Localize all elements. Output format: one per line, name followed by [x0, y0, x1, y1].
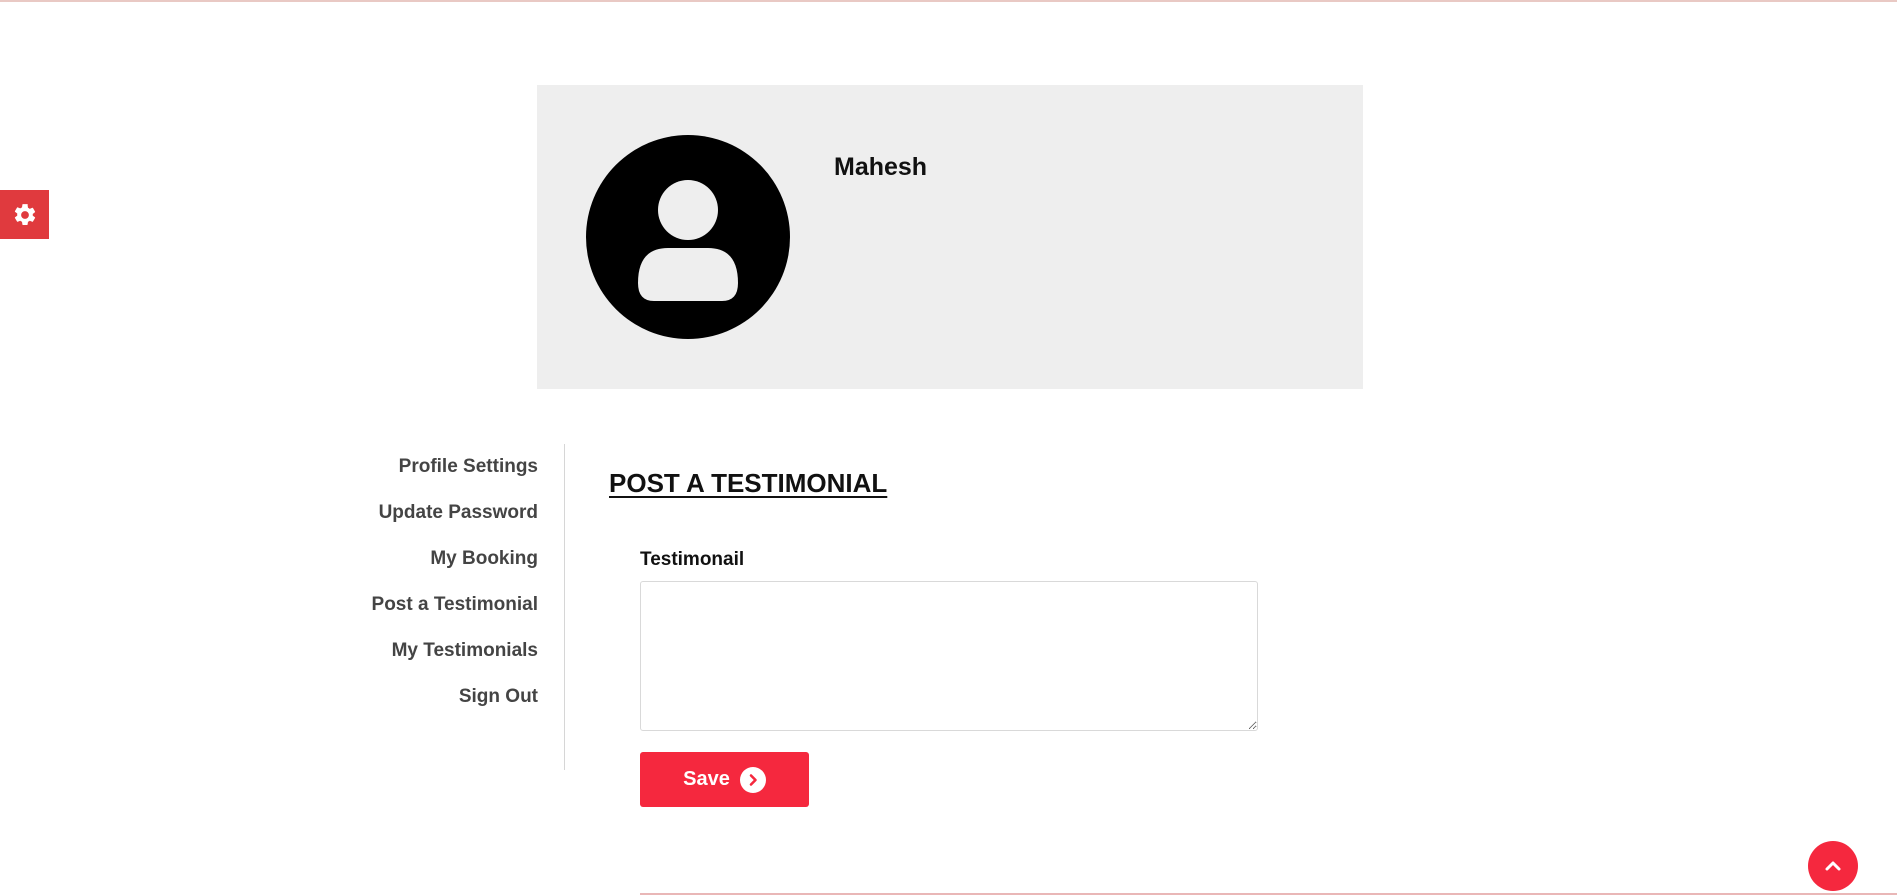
top-border — [0, 0, 1897, 2]
testimonial-label: Testimonail — [640, 549, 745, 570]
page-title: POST A TESTIMONIAL — [609, 468, 888, 498]
sidebar-item-my-testimonials[interactable]: My Testimonials — [330, 628, 538, 674]
chevron-right-circle-icon — [739, 766, 766, 793]
chevron-up-icon — [1825, 861, 1841, 871]
settings-toggle-button[interactable] — [0, 190, 49, 239]
gear-icon — [14, 203, 35, 225]
scroll-to-top-button[interactable] — [1808, 841, 1858, 891]
user-icon — [638, 180, 738, 301]
sidebar-item-profile-settings[interactable]: Profile Settings — [330, 444, 538, 490]
sidebar-divider — [564, 444, 565, 770]
sidebar-item-post-testimonial[interactable]: Post a Testimonial — [330, 582, 538, 628]
account-sidebar: Profile Settings Update Password My Book… — [330, 444, 538, 720]
profile-name: Mahesh — [834, 153, 928, 181]
save-button-label: Save — [683, 768, 730, 790]
avatar — [586, 135, 790, 339]
sidebar-item-my-booking[interactable]: My Booking — [330, 536, 538, 582]
save-button[interactable]: Save — [640, 752, 809, 807]
testimonial-textarea[interactable] — [640, 581, 1258, 731]
profile-header-card: Mahesh — [537, 85, 1363, 389]
sidebar-item-sign-out[interactable]: Sign Out — [330, 674, 538, 720]
sidebar-item-update-password[interactable]: Update Password — [330, 490, 538, 536]
